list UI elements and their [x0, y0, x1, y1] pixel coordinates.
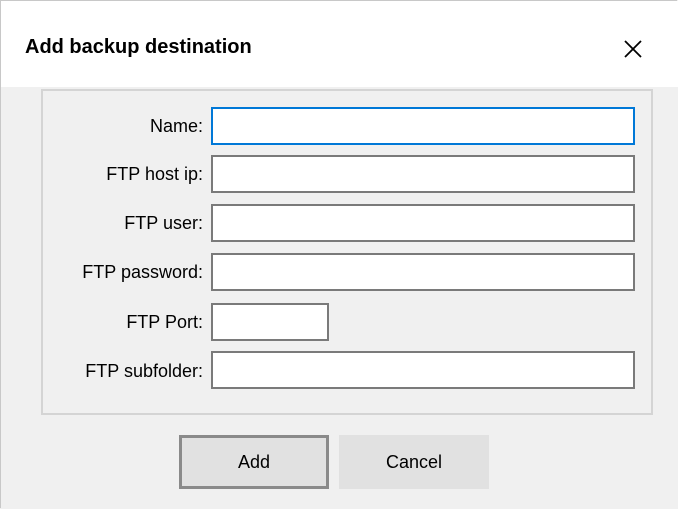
- ftp-subfolder-label: FTP subfolder:: [85, 361, 203, 381]
- ftp-subfolder-input[interactable]: [211, 351, 635, 389]
- name-label: Name:: [149, 116, 203, 136]
- ftp-user-label: FTP user:: [124, 213, 203, 233]
- dialog-title: Add backup destination: [25, 36, 252, 58]
- add-backup-destination-dialog: Add backup destination Name: FTP host ip…: [0, 0, 678, 508]
- close-icon: [624, 40, 642, 58]
- ftp-user-input[interactable]: [211, 204, 635, 242]
- cancel-button[interactable]: Cancel: [339, 435, 489, 489]
- title-bar: Add backup destination: [1, 1, 678, 87]
- ftp-host-ip-label: FTP host ip:: [106, 164, 203, 184]
- ftp-password-label: FTP password:: [82, 262, 203, 282]
- ftp-port-label: FTP Port:: [126, 312, 203, 332]
- close-button[interactable]: [613, 29, 653, 69]
- ftp-password-input[interactable]: [211, 253, 635, 291]
- ftp-port-input[interactable]: [211, 303, 329, 341]
- ftp-host-ip-input[interactable]: [211, 155, 635, 193]
- name-input[interactable]: [211, 107, 635, 145]
- add-button[interactable]: Add: [179, 435, 329, 489]
